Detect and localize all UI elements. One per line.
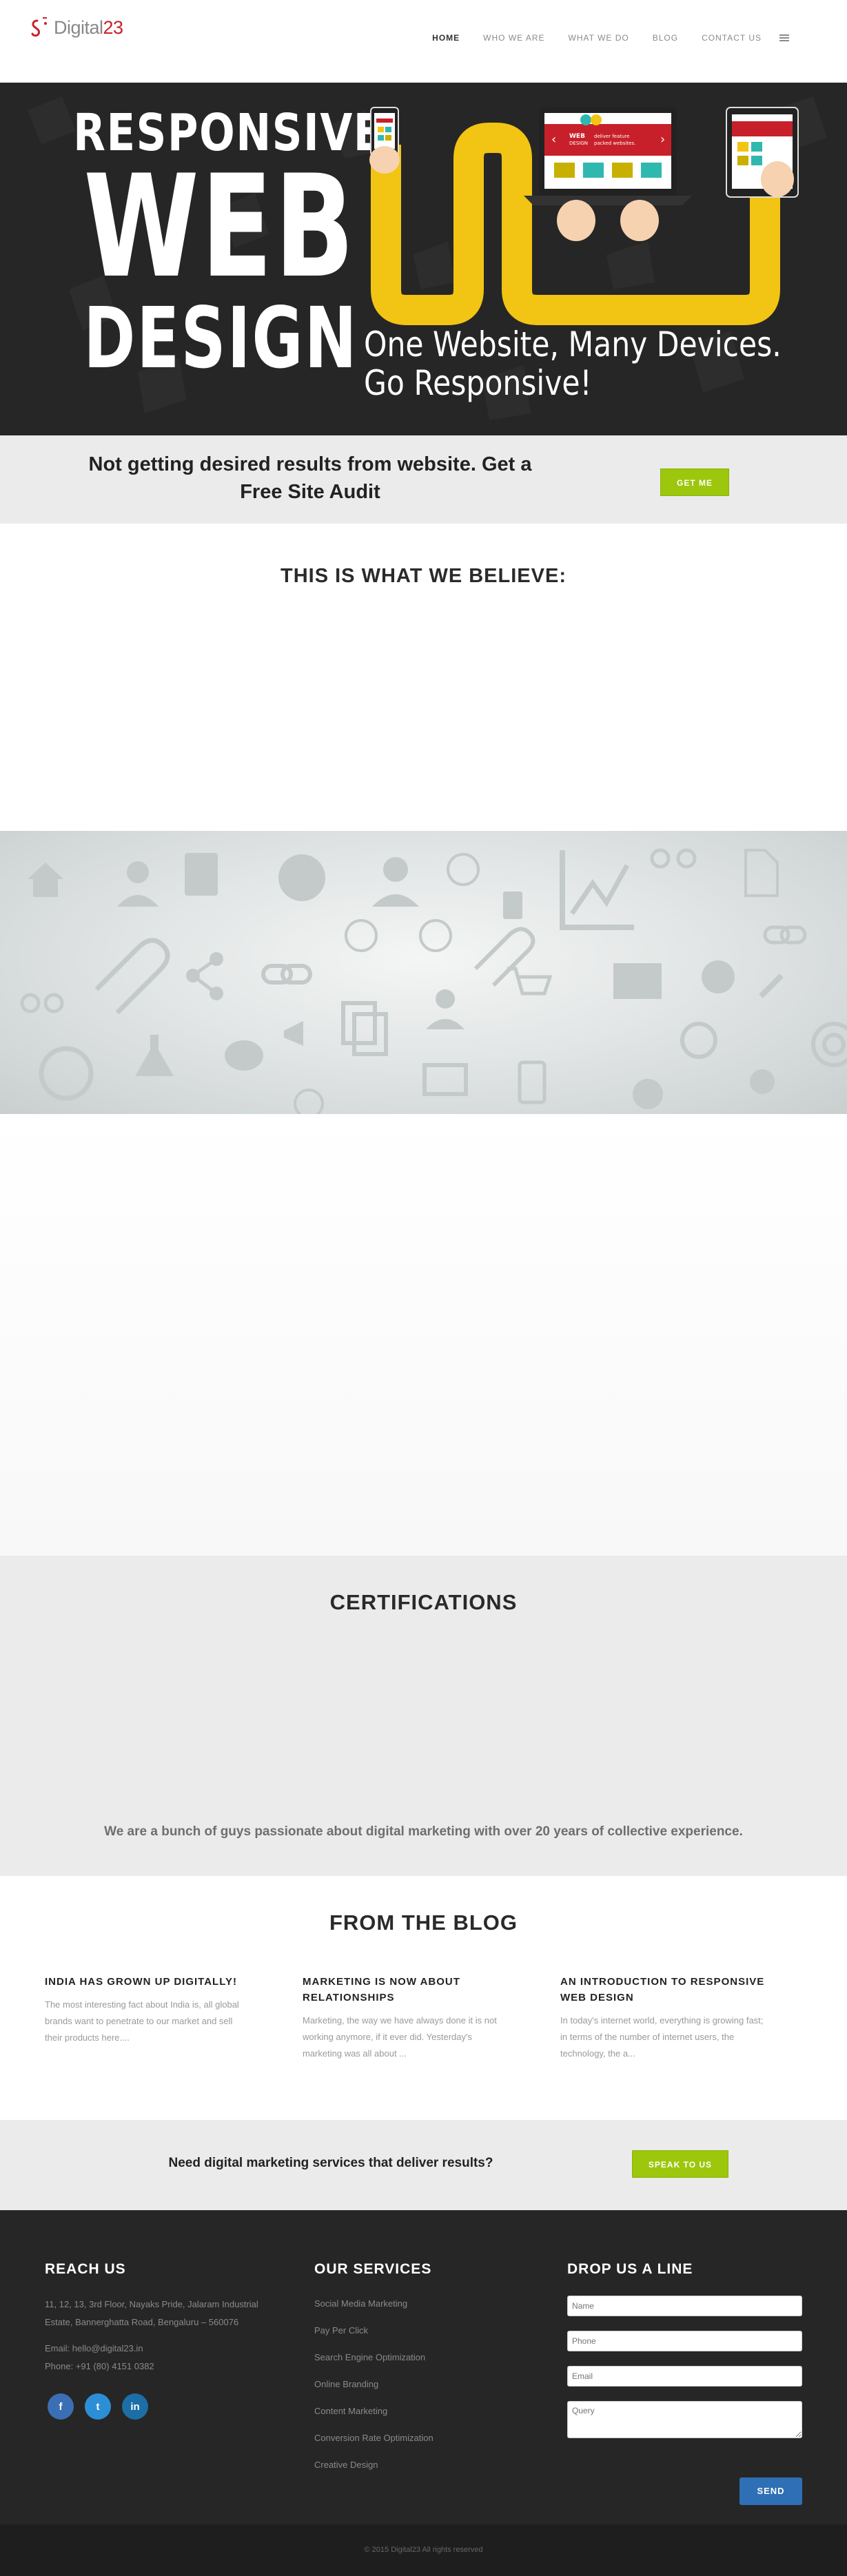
- service-link[interactable]: Conversion Rate Optimization: [314, 2424, 493, 2451]
- social-links: f t in: [48, 2393, 279, 2420]
- get-me-button[interactable]: GET ME: [660, 468, 729, 496]
- blog-post[interactable]: MARKETING IS NOW ABOUT RELATIONSHIPS Mar…: [303, 1974, 509, 2062]
- svg-text:›: ›: [660, 132, 665, 147]
- blog-post-excerpt: Marketing, the way we have always done i…: [303, 2015, 497, 2059]
- name-field[interactable]: [567, 2296, 802, 2316]
- site-audit-text: Not getting desired results from website…: [88, 453, 532, 503]
- footer-address: 11, 12, 13, 3rd Floor, Nayaks Pride, Jal…: [45, 2299, 258, 2327]
- logo[interactable]: Digital23: [30, 12, 123, 43]
- content-spacer: [0, 1114, 847, 1556]
- blog-post-title[interactable]: INDIA HAS GROWN UP DIGITALLY!: [45, 1974, 252, 1990]
- icon-pattern-band: [0, 831, 847, 1114]
- laptop-badge-text: WEB: [569, 133, 585, 140]
- site-audit-bar: Not getting desired results from website…: [0, 435, 847, 524]
- svg-text:packed websites.: packed websites.: [594, 141, 635, 146]
- blog-post-excerpt: In today's internet world, everything is…: [560, 2015, 764, 2059]
- main-nav: HOME WHO WE ARE WHAT WE DO BLOG CONTACT …: [409, 33, 789, 43]
- logo-text: Digital: [54, 17, 103, 38]
- svg-text:DESIGN: DESIGN: [569, 141, 588, 146]
- svg-text:‹: ‹: [551, 132, 556, 147]
- service-link[interactable]: Social Media Marketing: [314, 2290, 493, 2317]
- twitter-icon[interactable]: t: [85, 2393, 111, 2420]
- service-link[interactable]: Pay Per Click: [314, 2317, 493, 2344]
- hero-tagline: One Website, Many Devices. Go Responsive…: [364, 325, 782, 402]
- linkedin-icon[interactable]: in: [122, 2393, 148, 2420]
- nav-blog[interactable]: BLOG: [653, 33, 678, 43]
- footer-reach-us: REACH US 11, 12, 13, 3rd Floor, Nayaks P…: [45, 2261, 279, 2420]
- service-link[interactable]: Search Engine Optimization: [314, 2344, 493, 2371]
- icon-pattern-graphic: [20, 848, 847, 1114]
- footer-email[interactable]: Email: hello@digital23.in: [45, 2340, 279, 2358]
- blog-section: FROM THE BLOG INDIA HAS GROWN UP DIGITAL…: [0, 1876, 847, 2120]
- certifications-subtitle: We are a bunch of guys passionate about …: [104, 1824, 743, 1839]
- nav-who-we-are[interactable]: WHO WE ARE: [483, 33, 544, 43]
- logo-mark-icon: [31, 17, 47, 37]
- blog-post-excerpt: The most interesting fact about India is…: [45, 1999, 239, 2043]
- svg-text:deliver feature: deliver feature: [594, 134, 629, 139]
- query-field[interactable]: [567, 2401, 802, 2438]
- footer-services: OUR SERVICES Social Media Marketing Pay …: [314, 2261, 493, 2478]
- nav-what-we-do[interactable]: WHAT WE DO: [569, 33, 629, 43]
- hero-title: RESPONSIVE WEB DESIGN: [50, 103, 382, 387]
- devices-illustration: WEB DESIGN deliver feature packed websit…: [369, 107, 799, 325]
- footer-drop-title: DROP US A LINE: [567, 2261, 693, 2277]
- hero-title-line2: WEB: [83, 145, 356, 309]
- send-button[interactable]: SEND: [739, 2477, 802, 2505]
- blog-post[interactable]: AN INTRODUCTION TO RESPONSIVE WEB DESIGN…: [560, 1974, 767, 2062]
- logo-number: 23: [103, 17, 124, 38]
- footer-services-title: OUR SERVICES: [314, 2261, 432, 2277]
- speak-to-us-button[interactable]: SPEAK TO US: [632, 2150, 728, 2178]
- hero-tagline-line2: Go Responsive!: [364, 363, 592, 403]
- phone-field[interactable]: [567, 2331, 802, 2351]
- copyright-text: © 2015 Digital23 All rights reserved: [364, 2546, 483, 2554]
- believe-section: THIS IS WHAT WE BELIEVE:: [0, 524, 847, 831]
- service-link[interactable]: Creative Design: [314, 2451, 493, 2478]
- page: Digital23 HOME WHO WE ARE WHAT WE DO BLO…: [0, 0, 847, 2576]
- hero-title-line3: DESIGN: [83, 289, 358, 387]
- hero-tagline-line1: One Website, Many Devices.: [364, 324, 782, 364]
- speak-to-us-text: Need digital marketing services that del…: [168, 2156, 493, 2170]
- speak-to-us-bar: Need digital marketing services that del…: [0, 2120, 847, 2210]
- copyright-bar: © 2015 Digital23 All rights reserved: [0, 2524, 847, 2576]
- nav-home[interactable]: HOME: [432, 33, 460, 43]
- hamburger-menu-icon[interactable]: [779, 34, 789, 41]
- site-header: Digital23 HOME WHO WE ARE WHAT WE DO BLO…: [0, 0, 847, 83]
- blog-post-title[interactable]: MARKETING IS NOW ABOUT RELATIONSHIPS: [303, 1974, 509, 2006]
- blog-post[interactable]: INDIA HAS GROWN UP DIGITALLY! The most i…: [45, 1974, 252, 2046]
- facebook-icon[interactable]: f: [48, 2393, 74, 2420]
- hero-banner: RESPONSIVE WEB DESIGN WEB DESIGN deliver…: [0, 83, 847, 435]
- footer-reach-title: REACH US: [45, 2261, 126, 2277]
- footer-phone: Phone: +91 (80) 4151 0382: [45, 2361, 154, 2371]
- email-field[interactable]: [567, 2366, 802, 2387]
- certifications-section: CERTIFICATIONS We are a bunch of guys pa…: [0, 1556, 847, 1876]
- certifications-title: CERTIFICATIONS: [329, 1590, 518, 1614]
- footer-contact-form: DROP US A LINE SEND: [567, 2261, 802, 2505]
- service-link[interactable]: Content Marketing: [314, 2398, 493, 2424]
- service-link[interactable]: Online Branding: [314, 2371, 493, 2398]
- laptop-icon: WEB DESIGN deliver feature packed websit…: [524, 107, 692, 205]
- blog-title: FROM THE BLOG: [329, 1910, 518, 1935]
- blog-post-title[interactable]: AN INTRODUCTION TO RESPONSIVE WEB DESIGN: [560, 1974, 767, 2006]
- site-footer: REACH US 11, 12, 13, 3rd Floor, Nayaks P…: [0, 2210, 847, 2524]
- nav-contact-us[interactable]: CONTACT US: [702, 33, 762, 43]
- believe-title: THIS IS WHAT WE BELIEVE:: [280, 565, 567, 587]
